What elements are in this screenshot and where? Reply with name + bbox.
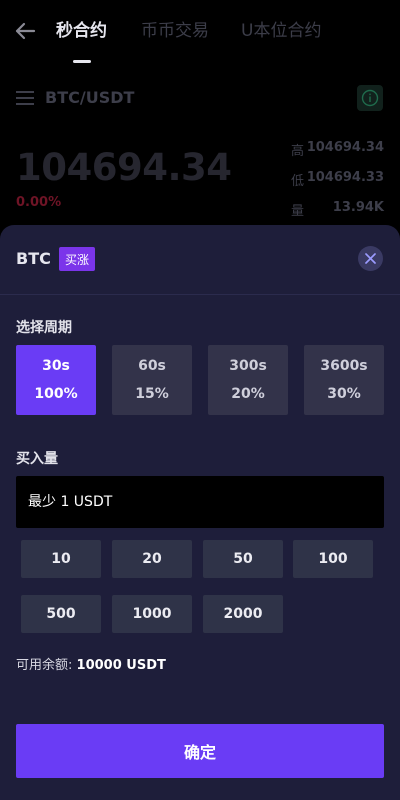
close-icon [365,253,376,264]
stat-value-volume: 13.94K [332,200,384,215]
period-label: 选择周期 [16,320,72,336]
quick-amount-100[interactable]: 100 [293,540,373,578]
period-duration: 60s [138,358,166,374]
stat-label-high: 高 [291,144,305,159]
stat-value-low: 104694.33 [306,170,384,185]
period-option-300s[interactable]: 300s 20% [208,345,288,415]
quick-amount-50[interactable]: 50 [203,540,283,578]
period-duration: 3600s [320,358,368,374]
period-duration: 300s [229,358,267,374]
quick-amount-2000[interactable]: 2000 [203,595,283,633]
balance-label: 可用余额: [16,658,73,673]
sheet-title: BTC [16,249,51,268]
back-arrow-icon[interactable] [14,20,36,42]
period-rate: 20% [231,386,265,402]
pair-name[interactable]: BTC/USDT [45,88,134,107]
period-rate: 100% [34,386,78,402]
period-option-3600s[interactable]: 3600s 30% [304,345,384,415]
info-icon [361,89,379,107]
order-sheet: BTC 买涨 选择周期 30s 100% 60s 15% 300s 20% 36… [0,225,400,800]
period-rate: 30% [327,386,361,402]
info-button[interactable] [357,85,383,111]
period-duration: 30s [42,358,70,374]
period-option-30s[interactable]: 30s 100% [16,345,96,415]
quick-amount-10[interactable]: 10 [21,540,101,578]
confirm-button[interactable]: 确定 [16,724,384,778]
close-button[interactable] [358,246,383,271]
balance-value: 10000 USDT [76,658,166,673]
quick-amount-1000[interactable]: 1000 [112,595,192,633]
amount-input[interactable] [16,476,384,528]
sheet-divider [0,294,400,295]
quick-amount-500[interactable]: 500 [21,595,101,633]
price-change: 0.00% [16,195,62,210]
available-balance: 可用余额: 10000 USDT [16,654,166,673]
direction-badge: 买涨 [59,247,95,271]
tab-spot-trading[interactable]: 币币交易 [141,16,209,41]
tab-second-contract[interactable]: 秒合约 [56,16,107,41]
period-rate: 15% [135,386,169,402]
current-price: 104694.34 [16,146,232,189]
stat-value-high: 104694.34 [306,140,384,155]
period-option-60s[interactable]: 60s 15% [112,345,192,415]
tab-u-contract[interactable]: U本位合约 [241,16,321,41]
top-nav: 秒合约 币币交易 U本位合约 [0,0,400,64]
tab-active-indicator [73,60,91,63]
quick-amount-20[interactable]: 20 [112,540,192,578]
amount-label: 买入量 [16,451,58,467]
stat-label-low: 低 [291,174,305,189]
stat-label-volume: 量 [291,204,305,219]
menu-icon[interactable] [16,90,34,106]
